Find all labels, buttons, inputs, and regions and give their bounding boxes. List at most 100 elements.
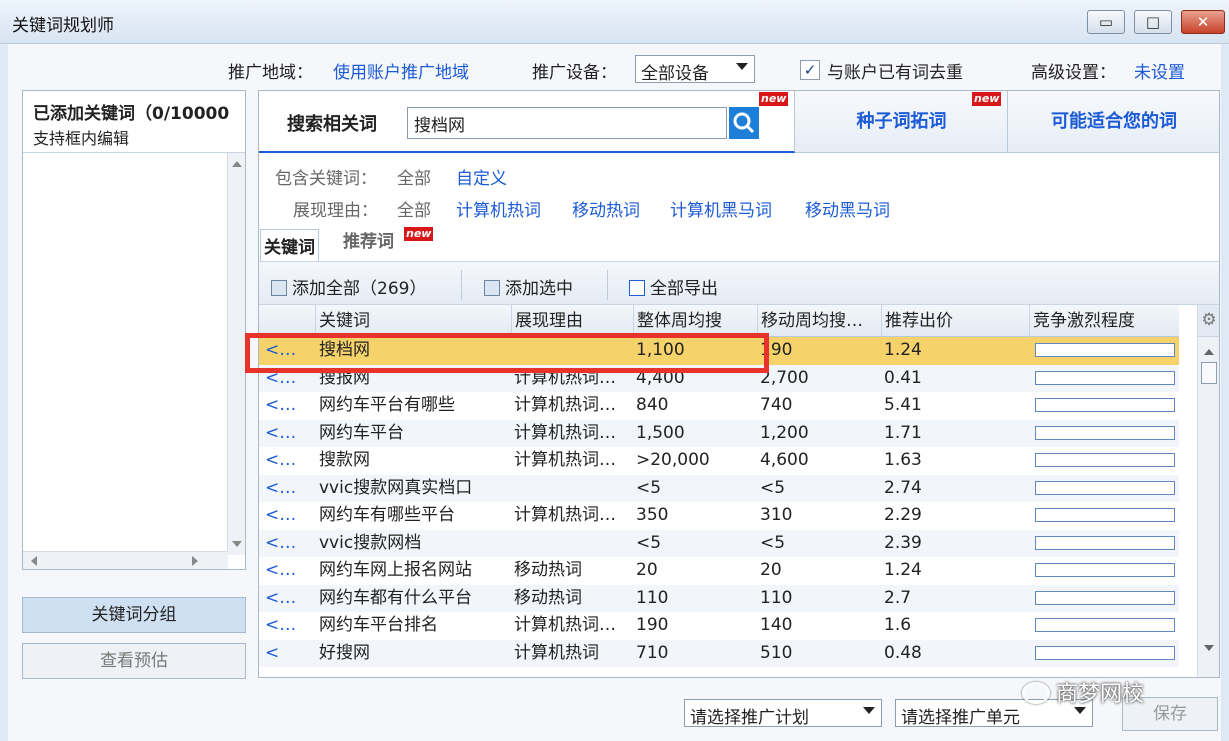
reason-option-mobile-hot[interactable]: 移动热词 bbox=[572, 196, 640, 221]
include-custom-option[interactable]: 自定义 bbox=[456, 164, 507, 189]
add-selected-button[interactable]: 添加选中 bbox=[484, 274, 573, 299]
add-all-button[interactable]: 添加全部（269） bbox=[271, 274, 426, 299]
close-button[interactable]: ✕ bbox=[1181, 10, 1225, 34]
cell-total: 840 bbox=[636, 395, 669, 415]
add-selected-icon bbox=[484, 280, 500, 296]
title-bar: 关键词规划师 ▭ □ ✕ bbox=[0, 0, 1229, 44]
added-keywords-editor[interactable] bbox=[23, 153, 227, 555]
cell-kw: 网约车平台 bbox=[319, 422, 404, 443]
table-row[interactable]: <… 网约车平台排名 计算机热词… 190 140 1.6 bbox=[259, 612, 1179, 640]
table-row[interactable]: <… vvic搜款网档 <5 <5 2.39 bbox=[259, 529, 1179, 557]
table-row[interactable]: <… 网约车平台 计算机热词… 1,500 1,200 1.71 bbox=[259, 419, 1179, 447]
include-all-option[interactable]: 全部 bbox=[397, 164, 431, 189]
cell-total: 710 bbox=[636, 642, 669, 663]
left-horizontal-scrollbar[interactable] bbox=[23, 551, 228, 569]
reason-option-mobile-darkhorse[interactable]: 移动黑马词 bbox=[805, 196, 890, 221]
column-header-mobile-weekly[interactable]: 移动周均搜… bbox=[757, 305, 881, 337]
add-all-label: 添加全部（269） bbox=[292, 279, 427, 299]
add-keyword-link[interactable]: < bbox=[265, 640, 309, 667]
add-all-icon bbox=[271, 280, 287, 296]
competition-bar bbox=[1035, 398, 1175, 412]
tab-suggested[interactable]: 可能适合您的词 bbox=[1009, 91, 1219, 153]
add-keyword-link[interactable]: <… bbox=[265, 502, 309, 529]
highlight-box bbox=[245, 333, 769, 373]
window-title: 关键词规划师 bbox=[12, 16, 114, 36]
region-link[interactable]: 使用账户推广地域 bbox=[333, 58, 469, 83]
left-vertical-scrollbar[interactable] bbox=[227, 153, 245, 555]
reason-option-pc-hot[interactable]: 计算机热词 bbox=[456, 196, 541, 221]
dedupe-checkbox[interactable]: ✓ bbox=[800, 60, 820, 80]
competition-bar bbox=[1035, 618, 1175, 632]
table-row[interactable]: <… 网约车平台有哪些 计算机热词… 840 740 5.41 bbox=[259, 392, 1179, 420]
chevron-down-icon bbox=[736, 63, 748, 70]
wechat-icon bbox=[1022, 682, 1050, 704]
tab-search-related[interactable]: 搜索相关词 new bbox=[259, 91, 795, 153]
column-header-bid[interactable]: 推荐出价 bbox=[881, 305, 1029, 337]
region-label: 推广地域： bbox=[228, 63, 313, 83]
table-row[interactable]: <… 网约车都有什么平台 移动热词 110 110 2.7 bbox=[259, 584, 1179, 612]
keyword-toolbar: 添加全部（269） 添加选中 全部导出 bbox=[259, 261, 1219, 305]
new-badge: new bbox=[759, 92, 789, 106]
table-row[interactable]: <… 网约车网上报名网站 移动热词 20 20 1.24 bbox=[259, 557, 1179, 585]
cell-reason bbox=[514, 475, 632, 502]
search-input[interactable] bbox=[407, 107, 727, 139]
cell-total: <5 bbox=[636, 532, 662, 553]
scroll-down-icon[interactable] bbox=[232, 541, 242, 547]
add-keyword-link[interactable]: <… bbox=[265, 392, 309, 419]
keyword-group-button[interactable]: 关键词分组 bbox=[22, 597, 246, 633]
reason-all-option[interactable]: 全部 bbox=[397, 196, 431, 221]
scroll-thumb[interactable] bbox=[1201, 362, 1217, 384]
cell-kw: 网约车平台有哪些 bbox=[319, 395, 455, 415]
cell-mobile: 140 bbox=[760, 615, 793, 635]
advanced-link[interactable]: 未设置 bbox=[1134, 58, 1185, 83]
scroll-left-icon[interactable] bbox=[31, 556, 37, 566]
chevron-down-icon bbox=[863, 707, 875, 714]
cell-kw: 网约车网上报名网站 bbox=[319, 560, 472, 580]
maximize-button[interactable]: □ bbox=[1134, 10, 1172, 34]
added-keywords-hint: 支持框内编辑 bbox=[33, 129, 130, 148]
export-all-button[interactable]: 全部导出 bbox=[629, 274, 718, 299]
table-row[interactable]: <… 搜款网 计算机热词… >20,000 4,600 1.63 bbox=[259, 447, 1179, 475]
add-keyword-link[interactable]: <… bbox=[265, 447, 309, 474]
competition-bar bbox=[1035, 425, 1175, 440]
cell-total: 1,500 bbox=[636, 422, 685, 443]
subtab-recommended[interactable]: 推荐词 bbox=[343, 227, 394, 252]
add-keyword-link[interactable]: <… bbox=[265, 420, 309, 447]
cell-bid: 2.74 bbox=[884, 477, 922, 498]
column-settings-gear-icon[interactable]: ⚙ bbox=[1198, 305, 1219, 337]
preview-button[interactable]: 查看预估 bbox=[22, 643, 246, 679]
table-row[interactable]: <… 网约车有哪些平台 计算机热词… 350 310 2.29 bbox=[259, 502, 1179, 530]
watermark-text: 商梦网校 bbox=[1056, 682, 1145, 707]
device-select[interactable]: 全部设备 bbox=[635, 55, 755, 84]
add-keyword-link[interactable]: <… bbox=[265, 612, 309, 639]
reason-option-pc-darkhorse[interactable]: 计算机黑马词 bbox=[670, 196, 772, 221]
cell-reason: 移动热词 bbox=[514, 587, 582, 608]
competition-bar bbox=[1035, 590, 1175, 605]
cell-mobile: 20 bbox=[760, 560, 782, 580]
scroll-right-icon[interactable] bbox=[192, 556, 198, 566]
advanced-label: 高级设置： bbox=[1031, 63, 1116, 83]
add-keyword-link[interactable]: <… bbox=[265, 475, 309, 502]
add-keyword-link[interactable]: <… bbox=[265, 585, 309, 612]
add-keyword-link[interactable]: <… bbox=[265, 530, 309, 557]
new-badge: new bbox=[972, 92, 1002, 106]
cell-mobile: 2,700 bbox=[760, 367, 809, 388]
minimize-button[interactable]: ▭ bbox=[1087, 10, 1125, 34]
cell-mobile: 190 bbox=[760, 340, 793, 360]
scroll-up-icon[interactable] bbox=[232, 161, 242, 167]
competition-bar bbox=[1035, 453, 1175, 467]
subtab-keywords[interactable]: 关键词 bbox=[260, 229, 319, 261]
dedupe-label: 与账户已有词去重 bbox=[827, 63, 963, 83]
cell-bid: 2.29 bbox=[884, 505, 922, 525]
table-row[interactable]: < 好搜网 计算机热词 710 510 0.48 bbox=[259, 639, 1179, 667]
add-keyword-link[interactable]: <… bbox=[265, 557, 309, 584]
table-vertical-scrollbar[interactable]: ⚙ bbox=[1197, 305, 1219, 677]
search-button[interactable] bbox=[729, 107, 759, 139]
competition-bar bbox=[1035, 645, 1175, 660]
table-row[interactable]: <… vvic搜款网真实档口 <5 <5 2.74 bbox=[259, 474, 1179, 502]
scroll-down-icon[interactable] bbox=[1204, 645, 1214, 651]
export-icon bbox=[629, 280, 645, 296]
plan-select[interactable]: 请选择推广计划 bbox=[684, 699, 882, 728]
scroll-up-icon[interactable] bbox=[1204, 349, 1214, 355]
column-header-competition[interactable]: 竞争激烈程度 bbox=[1029, 305, 1179, 337]
